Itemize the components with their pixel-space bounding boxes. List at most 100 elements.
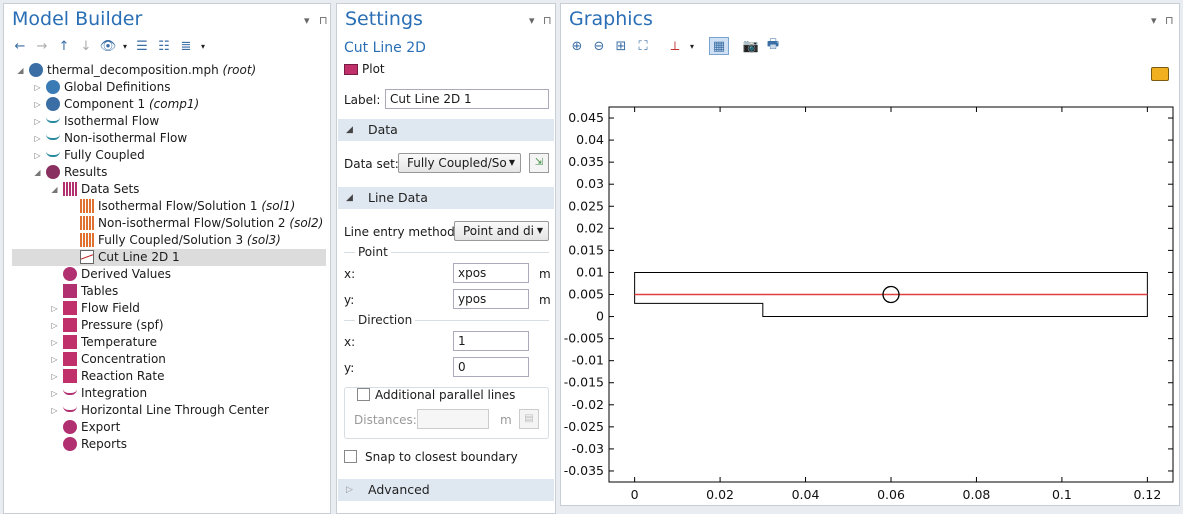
zoom-box-icon[interactable]: ⊞ — [611, 37, 631, 55]
print-icon[interactable]: 🖶 — [763, 37, 783, 55]
pin-icon[interactable]: ⊓ — [543, 14, 552, 27]
y-tick-label: 0.045 — [568, 110, 604, 125]
snap-checkbox[interactable] — [344, 450, 357, 463]
expand-triangle-icon[interactable]: ▷ — [50, 317, 59, 334]
show-dropdown-icon[interactable]: ▾ — [120, 37, 130, 55]
expand-triangle-icon[interactable]: ▷ — [50, 368, 59, 385]
tree-node[interactable]: ▷ Non-isothermal Flow — [12, 130, 326, 147]
axis-dropdown-icon[interactable]: ▾ — [687, 37, 697, 55]
solution-icon — [80, 216, 94, 230]
tree-node[interactable]: Cut Line 2D 1 — [12, 249, 326, 266]
tree-node[interactable]: Reports — [12, 436, 326, 453]
expand-triangle-icon[interactable]: ▷ — [50, 334, 59, 351]
move-up-icon[interactable]: ↑ — [54, 37, 74, 55]
expand-triangle-icon[interactable]: ▷ — [33, 79, 42, 96]
label-field[interactable]: Cut Line 2D 1 — [385, 89, 549, 109]
section-advanced[interactable]: ▷ Advanced — [338, 479, 554, 501]
forward-arrow-icon[interactable]: → — [32, 37, 52, 55]
tree-node[interactable]: ◢ Data Sets — [12, 181, 326, 198]
tree-node[interactable]: ▷ Flow Field — [12, 300, 326, 317]
globe-icon — [46, 80, 60, 94]
tree-node[interactable]: ▷ Integration — [12, 385, 326, 402]
pin-icon[interactable]: ⊓ — [319, 14, 328, 27]
x-tick-label: 0.1 — [1052, 487, 1072, 502]
expand-sections-icon[interactable]: ☰ — [132, 37, 152, 55]
camera-icon[interactable]: 📷 — [741, 37, 761, 55]
tree-node[interactable]: ▷ Component 1 (comp1) — [12, 96, 326, 113]
plotgroup-icon — [63, 301, 77, 315]
settings-panel: Settings ▾ ⊓ Cut Line 2D Plot Label: Cut… — [336, 3, 556, 514]
reports-icon — [63, 437, 77, 451]
tree-node[interactable]: ▷ Concentration — [12, 351, 326, 368]
export-icon — [63, 420, 77, 434]
panel-menu-icon[interactable]: ▾ — [304, 14, 310, 27]
tree-node[interactable]: Isothermal Flow/Solution 1 (sol1) — [12, 198, 326, 215]
pin-icon[interactable]: ⊓ — [1165, 14, 1174, 27]
collapse-sections-icon[interactable]: ☷ — [154, 37, 174, 55]
panel-menu-icon[interactable]: ▾ — [529, 14, 535, 27]
go-to-source-icon[interactable]: ⇲ — [529, 153, 549, 173]
tree-node[interactable]: ▷ Reaction Rate — [12, 368, 326, 385]
tree-node[interactable]: Derived Values — [12, 266, 326, 283]
zoom-out-icon[interactable]: ⊖ — [589, 37, 609, 55]
x-tick-label: 0.02 — [706, 487, 734, 502]
tree-node[interactable]: Fully Coupled/Solution 3 (sol3) — [12, 232, 326, 249]
study-icon — [46, 114, 60, 123]
tree-options-icon[interactable]: ≣ — [176, 37, 196, 55]
tree-node[interactable]: ▷ Fully Coupled — [12, 147, 326, 164]
expand-triangle-icon[interactable]: ▷ — [33, 147, 42, 164]
point-y-caption: y: — [344, 293, 355, 307]
expand-triangle-icon: ▷ — [346, 485, 353, 495]
grid-icon[interactable]: ▦ — [709, 37, 729, 55]
collapse-triangle-icon: ◢ — [346, 125, 353, 135]
expand-triangle-icon[interactable]: ▷ — [33, 130, 42, 147]
tree-node[interactable]: ▷ Temperature — [12, 334, 326, 351]
zoom-in-icon[interactable]: ⊕ — [567, 37, 587, 55]
point-y-field[interactable]: ypos — [453, 289, 529, 309]
distances-field[interactable] — [417, 409, 489, 429]
expand-triangle-icon[interactable]: ▷ — [50, 385, 59, 402]
axis-orientation-icon[interactable]: ⟂ — [665, 37, 685, 55]
plot-button[interactable]: Plot — [344, 60, 385, 78]
dataset-select[interactable]: Fully Coupled/So ▼ — [398, 153, 521, 173]
section-advanced-label: Advanced — [368, 482, 430, 497]
move-down-icon[interactable]: ↓ — [76, 37, 96, 55]
dir-y-field[interactable]: 0 — [453, 357, 529, 377]
tree-options-dropdown-icon[interactable]: ▾ — [198, 37, 208, 55]
range-icon[interactable]: ▤ — [519, 409, 539, 429]
tree-node[interactable]: Export — [12, 419, 326, 436]
y-tick-label: 0.015 — [568, 242, 604, 257]
dir-x-caption: x: — [344, 335, 356, 349]
collapse-triangle-icon[interactable]: ◢ — [50, 181, 59, 198]
dir-x-field[interactable]: 1 — [453, 331, 529, 351]
collapse-triangle-icon[interactable]: ◢ — [33, 164, 42, 181]
expand-triangle-icon[interactable]: ▷ — [33, 96, 42, 113]
tree-node-label: Fully Coupled — [64, 148, 145, 162]
tree-node[interactable]: ▷ Pressure (spf) — [12, 317, 326, 334]
point-x-field[interactable]: xpos — [453, 263, 529, 283]
tree-node-label: Reaction Rate — [81, 369, 165, 383]
collapse-triangle-icon[interactable]: ◢ — [16, 62, 25, 79]
back-arrow-icon[interactable]: ← — [10, 37, 30, 55]
solution-icon — [80, 199, 94, 213]
expand-triangle-icon[interactable]: ▷ — [50, 351, 59, 368]
tree-node[interactable]: ◢ Results — [12, 164, 326, 181]
tree-node[interactable]: ▷ Isothermal Flow — [12, 113, 326, 130]
parallel-lines-checkbox[interactable] — [357, 388, 370, 401]
tree-node[interactable]: ▷ Global Definitions — [12, 79, 326, 96]
graphics-plot[interactable]: 0.045 0.04 0.035 0.03 0.025 0.02 0.015 0.01 0.00… — [561, 60, 1179, 506]
expand-triangle-icon[interactable]: ▷ — [50, 300, 59, 317]
expand-triangle-icon[interactable]: ▷ — [50, 402, 59, 419]
line-entry-select[interactable]: Point and di ▼ — [454, 221, 549, 241]
tree-node[interactable]: ▷ Horizontal Line Through Center — [12, 402, 326, 419]
tree-node[interactable]: ◢ thermal_decomposition.mph (root) — [12, 62, 326, 79]
section-line-data[interactable]: ◢ Line Data — [338, 187, 554, 209]
show-icon[interactable]: 👁 — [98, 37, 118, 55]
tree-node[interactable]: Tables — [12, 283, 326, 300]
tree-node[interactable]: Non-isothermal Flow/Solution 2 (sol2) — [12, 215, 326, 232]
expand-triangle-icon[interactable]: ▷ — [33, 113, 42, 130]
section-data[interactable]: ◢ Data — [338, 119, 554, 141]
dir-y-caption: y: — [344, 361, 355, 375]
panel-menu-icon[interactable]: ▾ — [1151, 14, 1157, 27]
zoom-extents-icon[interactable]: ⛶ — [633, 37, 653, 55]
